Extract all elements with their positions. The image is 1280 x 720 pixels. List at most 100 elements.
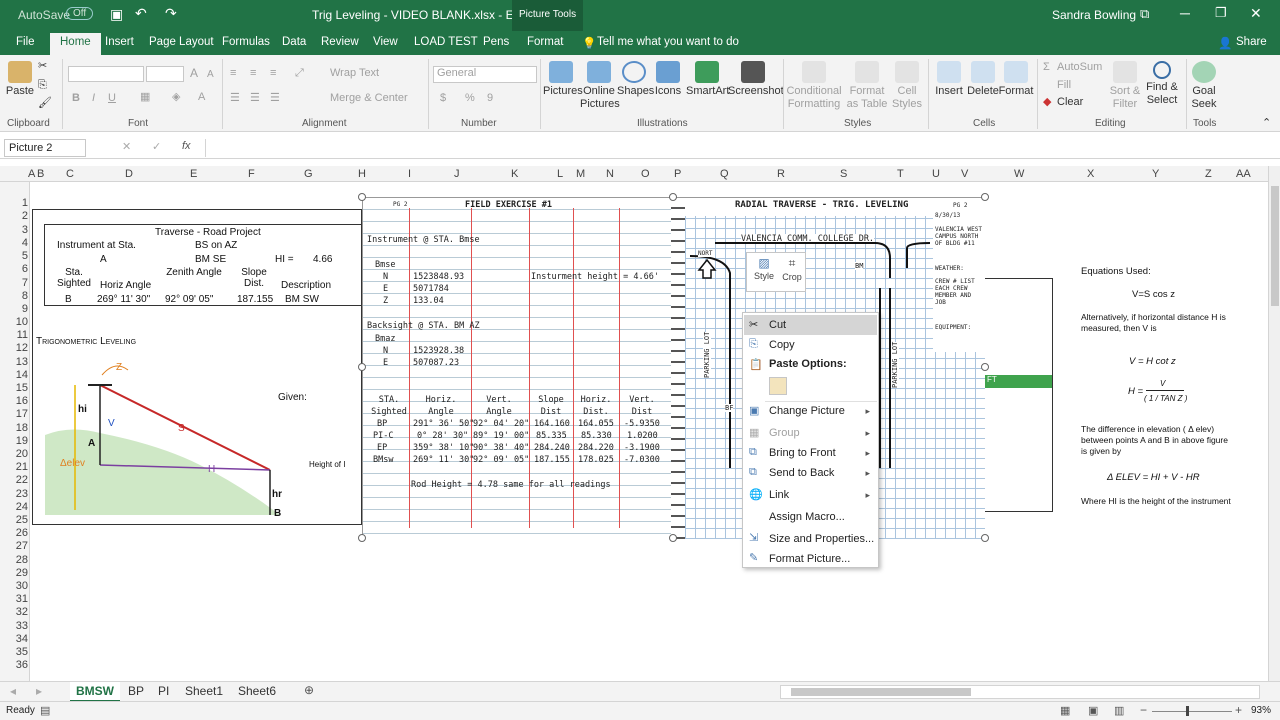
row-header[interactable]: 29: [0, 567, 28, 579]
font-name-box[interactable]: [68, 66, 144, 82]
column-header[interactable]: J: [454, 168, 460, 180]
undo-icon[interactable]: ↶: [135, 5, 147, 22]
row-header[interactable]: 35: [0, 646, 28, 658]
row-header[interactable]: 34: [0, 633, 28, 645]
find-select-button[interactable]: Find & Select: [1142, 61, 1182, 107]
number-format-box[interactable]: General: [433, 66, 537, 83]
increase-font-button[interactable]: A: [190, 67, 198, 80]
row-header[interactable]: 10: [0, 316, 28, 328]
row-header[interactable]: 20: [0, 448, 28, 460]
minimize-icon[interactable]: ─: [1180, 5, 1190, 21]
resize-handle[interactable]: [358, 534, 366, 542]
row-header[interactable]: 22: [0, 474, 28, 486]
column-header[interactable]: Z: [1205, 168, 1212, 180]
resize-handle[interactable]: [358, 363, 366, 371]
column-header[interactable]: W: [1014, 168, 1024, 180]
row-header[interactable]: 32: [0, 606, 28, 618]
tab-format[interactable]: Format: [527, 36, 563, 48]
sheet-tab-bp[interactable]: BP: [128, 684, 144, 698]
row-header[interactable]: 31: [0, 593, 28, 605]
row-header[interactable]: 3: [0, 224, 28, 236]
row-header[interactable]: 24: [0, 501, 28, 513]
conditional-formatting-button[interactable]: Conditional Formatting: [785, 61, 843, 111]
delete-cells-button[interactable]: Delete: [966, 61, 1000, 98]
icons-button[interactable]: Icons: [654, 61, 682, 98]
macro-record-icon[interactable]: ▤: [40, 704, 50, 717]
column-header[interactable]: M: [576, 168, 585, 180]
page-break-view-icon[interactable]: ▥: [1114, 704, 1124, 717]
tab-load-test[interactable]: LOAD TEST: [414, 36, 478, 48]
row-header[interactable]: 16: [0, 395, 28, 407]
align-bottom-icon[interactable]: ≡: [270, 67, 276, 80]
column-header[interactable]: R: [777, 168, 785, 180]
resize-handle[interactable]: [981, 534, 989, 542]
row-header[interactable]: 1: [0, 197, 28, 209]
prev-sheet-icon[interactable]: ◂: [10, 684, 16, 698]
row-header[interactable]: 5: [0, 250, 28, 262]
page-layout-view-icon[interactable]: ▣: [1088, 704, 1098, 717]
ribbon-display-icon[interactable]: ⧉: [1140, 6, 1149, 22]
sheet-tab-pi[interactable]: PI: [158, 684, 169, 698]
fill-color-icon[interactable]: ◈: [172, 91, 180, 104]
underline-button[interactable]: U: [108, 92, 116, 105]
column-header[interactable]: U: [932, 168, 940, 180]
column-header[interactable]: O: [641, 168, 650, 180]
online-pictures-button[interactable]: Online Pictures: [580, 61, 620, 111]
save-icon[interactable]: ▣: [110, 6, 123, 23]
row-header[interactable]: 2: [0, 210, 28, 222]
tab-formulas[interactable]: Formulas: [222, 36, 270, 48]
tab-review[interactable]: Review: [321, 36, 359, 48]
column-header[interactable]: Y: [1152, 168, 1159, 180]
insert-cells-button[interactable]: Insert: [932, 61, 966, 98]
resize-handle[interactable]: [981, 193, 989, 201]
align-left-icon[interactable]: ☰: [230, 92, 240, 105]
sheet-tab-sheet1[interactable]: Sheet1: [185, 684, 223, 698]
merge-center-button[interactable]: Merge & Center: [330, 92, 408, 105]
column-header[interactable]: G: [304, 168, 313, 180]
menu-item-change-picture[interactable]: Change Picture: [769, 405, 845, 417]
sheet-tab-bmsw[interactable]: BMSW: [70, 682, 120, 702]
menu-item-send-to-back[interactable]: Send to Back: [769, 467, 834, 479]
row-header[interactable]: 23: [0, 488, 28, 500]
menu-item-format-picture[interactable]: Format Picture...: [769, 553, 850, 565]
borders-icon[interactable]: ▦: [140, 91, 150, 104]
row-header[interactable]: 30: [0, 580, 28, 592]
align-middle-icon[interactable]: ≡: [250, 67, 256, 80]
fill-button[interactable]: Fill: [1057, 79, 1071, 92]
next-sheet-icon[interactable]: ▸: [36, 684, 42, 698]
tab-home[interactable]: Home: [50, 33, 101, 55]
orientation-icon[interactable]: ⤢: [295, 67, 304, 80]
resize-handle[interactable]: [669, 193, 677, 201]
tell-me-box[interactable]: Tell me what you want to do: [597, 36, 739, 48]
normal-view-icon[interactable]: ▦: [1060, 704, 1070, 717]
zoom-in-icon[interactable]: +: [1235, 703, 1242, 717]
menu-item-size-properties[interactable]: Size and Properties...: [769, 533, 874, 545]
row-header[interactable]: 28: [0, 554, 28, 566]
column-header[interactable]: V: [961, 168, 968, 180]
highlight-cell[interactable]: FT: [984, 375, 1052, 388]
column-header[interactable]: T: [897, 168, 904, 180]
tab-view[interactable]: View: [373, 36, 398, 48]
column-header[interactable]: AA: [1236, 168, 1251, 180]
column-header[interactable]: I: [408, 168, 411, 180]
column-header[interactable]: S: [840, 168, 847, 180]
share-button[interactable]: Share: [1236, 36, 1267, 48]
row-header[interactable]: 18: [0, 422, 28, 434]
tab-pens[interactable]: Pens: [483, 36, 509, 48]
row-header[interactable]: 17: [0, 408, 28, 420]
row-header[interactable]: 27: [0, 540, 28, 552]
column-header[interactable]: C: [66, 168, 74, 180]
autosum-button[interactable]: AutoSum: [1057, 61, 1102, 74]
column-header[interactable]: D: [125, 168, 133, 180]
menu-item-assign-macro[interactable]: Assign Macro...: [769, 511, 845, 523]
row-header[interactable]: 15: [0, 382, 28, 394]
font-color-icon[interactable]: A: [198, 91, 205, 104]
column-header[interactable]: E: [190, 168, 197, 180]
row-header[interactable]: 26: [0, 527, 28, 539]
screenshot-button[interactable]: Screenshot: [728, 61, 784, 98]
cancel-icon[interactable]: ✕: [122, 140, 131, 153]
row-header[interactable]: 13: [0, 356, 28, 368]
column-header[interactable]: F: [248, 168, 255, 180]
pictures-button[interactable]: Pictures: [543, 61, 583, 98]
sort-filter-button[interactable]: Sort & Filter: [1108, 61, 1142, 111]
